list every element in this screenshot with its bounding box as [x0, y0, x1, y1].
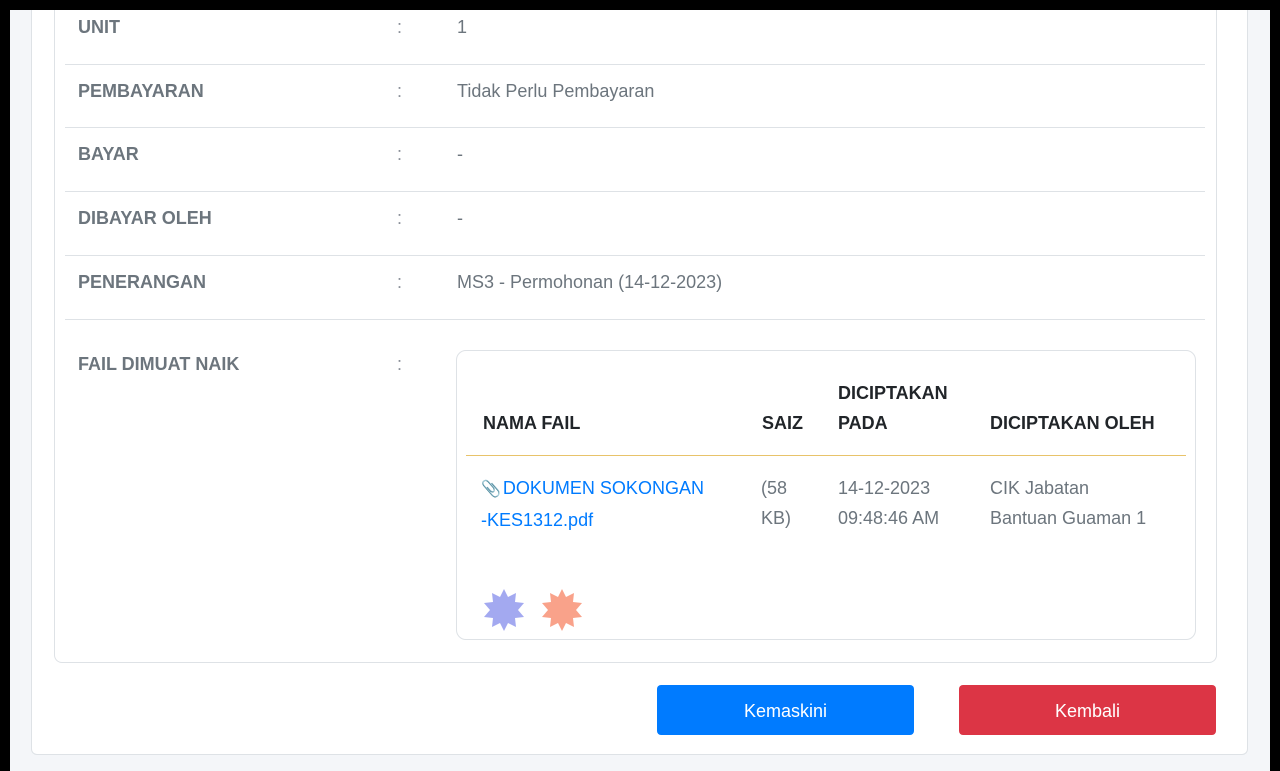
file-created-by: CIK Jabatan Bantuan Guaman 1 [990, 473, 1146, 533]
detail-row-pembayaran: PEMBAYARAN : Tidak Perlu Pembayaran [65, 64, 1205, 128]
detail-value: 1 [457, 17, 468, 37]
detail-value: MS3 - Permohonan (14-12-2023) [457, 272, 723, 292]
detail-label: PEMBAYARAN [78, 81, 204, 101]
detail-row-penerangan: PENERANGAN : MS3 - Permohonan (14-12-202… [65, 256, 1205, 320]
separator: : [397, 354, 403, 374]
paperclip-icon: 📎 [481, 481, 501, 498]
detail-value: - [457, 208, 463, 228]
detail-label: DIBAYAR OLEH [78, 208, 212, 228]
file-size-line2: KB) [761, 508, 792, 528]
column-header-created-at-line1: DICIPTAKAN [838, 383, 948, 403]
column-header-created-at: DICIPTAKAN PADA [838, 378, 948, 438]
separator: : [397, 272, 403, 292]
detail-label: UNIT [78, 17, 120, 37]
badge-icon-orange[interactable] [540, 588, 584, 632]
column-header-size: SAIZ [762, 413, 804, 433]
file-creator-line2: Bantuan Guaman 1 [990, 508, 1147, 528]
update-button[interactable]: Kemaskini [657, 685, 914, 735]
badge-icon-blue[interactable] [482, 588, 526, 632]
page-frame: UNIT : 1 PEMBAYARAN : Tidak Perlu Pembay… [10, 10, 1270, 771]
file-created-time: 09:48:46 AM [838, 508, 940, 528]
detail-label: FAIL DIMUAT NAIK [78, 354, 240, 374]
column-header-created-by: DICIPTAKAN OLEH [990, 413, 1155, 433]
separator: : [397, 17, 403, 37]
separator: : [397, 81, 403, 101]
detail-label: BAYAR [78, 144, 139, 164]
separator: : [397, 208, 403, 228]
back-button[interactable]: Kembali [959, 685, 1216, 735]
file-size-line1: (58 [761, 478, 788, 498]
header-divider [466, 455, 1186, 456]
file-size: (58 KB) [761, 473, 791, 533]
detail-row-unit: UNIT : 1 [65, 10, 1205, 65]
detail-value: - [457, 144, 463, 164]
detail-value: Tidak Perlu Pembayaran [457, 81, 655, 101]
file-download-link[interactable]: 📎 DOKUMEN SOKONGAN -KES1312.pdf [481, 473, 731, 535]
separator: : [397, 144, 403, 164]
file-created-at: 14-12-2023 09:48:46 AM [838, 473, 939, 533]
detail-panel: UNIT : 1 PEMBAYARAN : Tidak Perlu Pembay… [54, 10, 1217, 663]
detail-label: PENERANGAN [78, 272, 207, 292]
column-header-created-at-line2: PADA [838, 413, 888, 433]
uploaded-files-table: NAMA FAIL SAIZ DICIPTAKAN PADA DICIPTAKA… [456, 350, 1196, 640]
file-name-line1: DOKUMEN SOKONGAN [502, 478, 704, 498]
file-name-line2: -KES1312.pdf [481, 510, 594, 530]
detail-row-bayar: BAYAR : - [65, 128, 1205, 192]
detail-card: UNIT : 1 PEMBAYARAN : Tidak Perlu Pembay… [31, 10, 1248, 755]
file-created-date: 14-12-2023 [838, 478, 931, 498]
detail-row-dibayar-oleh: DIBAYAR OLEH : - [65, 192, 1205, 256]
column-header-file-name: NAMA FAIL [483, 413, 581, 433]
file-creator-line1: CIK Jabatan [990, 478, 1090, 498]
